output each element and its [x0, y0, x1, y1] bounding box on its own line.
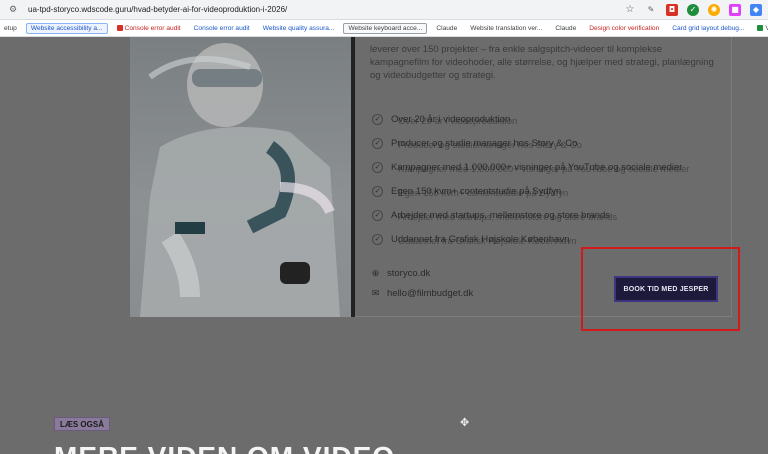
- email-link[interactable]: hello@filmbudget.dk: [387, 288, 473, 299]
- mail-icon: ✉: [371, 287, 380, 298]
- bookmark-item[interactable]: Website accessibility a...: [25, 22, 108, 34]
- feature-item: ✓ Egen 150 kvm+ contentstudie på Sydfyn Eg…: [372, 179, 732, 203]
- feature-text-overlay: Arbejder med startups, mellemstore og st…: [398, 212, 618, 223]
- bookmark-favicon-icon: [757, 24, 764, 31]
- bookmark-label: Console error audit: [124, 24, 181, 32]
- website-contact[interactable]: ⊕ storyco.dk: [370, 266, 431, 280]
- feature-item: ✓ Producer og studie manager hos Story & …: [372, 131, 732, 155]
- bookmark-label: Website quality assura...: [262, 24, 335, 32]
- bookmark-item[interactable]: Card grid layout debug...: [668, 24, 748, 33]
- feature-text-overlay: Kampagner med 1.000.000+ visninger på Yo…: [398, 164, 690, 175]
- browser-url-bar[interactable]: ⚙ ua-tpd-storyco.wdscode.guru/hvad-betyd…: [0, 0, 768, 20]
- check-circle-icon: ✓: [372, 113, 383, 125]
- globe-icon: ⊕: [371, 267, 380, 278]
- check-circle-icon: ✓: [372, 161, 383, 173]
- intro-paragraph: leverer over 150 projekter – fra enkle s…: [370, 44, 714, 81]
- read-also-tag: LÆS OGSÅ: [54, 417, 110, 431]
- bookmark-item[interactable]: Website keyboard acce...: [343, 22, 428, 34]
- extension-red-icon[interactable]: ◘: [666, 3, 678, 16]
- bookmark-item[interactable]: Claude: [551, 24, 580, 33]
- check-circle-icon: ✓: [372, 233, 383, 245]
- bookmark-label: Website accessibility a...: [30, 24, 103, 32]
- extension-green-icon[interactable]: ✓: [687, 3, 699, 16]
- bookmark-item[interactable]: Console error audit: [190, 24, 254, 33]
- person-illustration: [140, 43, 340, 317]
- feature-item: ✓ Arbejder med startups, mellemstore og s…: [372, 203, 732, 227]
- extension-puzzle-icon[interactable]: ✎: [645, 4, 657, 16]
- bookmark-item[interactable]: Claude: [432, 24, 461, 33]
- extension-blue-icon[interactable]: ◆: [750, 3, 762, 16]
- bookmark-item[interactable]: Website quality assura...: [259, 24, 339, 33]
- bookmark-label: Claude: [555, 24, 577, 32]
- page-content: leverer over 150 projekter – fra enkle s…: [0, 37, 768, 454]
- bookmark-label: Claude: [436, 24, 458, 32]
- section-heading: MERE VIDEN OM VIDEO: [54, 441, 395, 454]
- book-meeting-button[interactable]: BOOK TID MED JESPER: [614, 276, 718, 302]
- bookmark-item[interactable]: Design color verification: [585, 24, 663, 33]
- bookmark-star-icon[interactable]: ☆: [624, 4, 636, 16]
- bookmark-item[interactable]: Website translation ver...: [466, 24, 546, 33]
- bookmark-label: etup: [4, 24, 17, 32]
- bookmark-item[interactable]: Verify website styl: [753, 24, 768, 33]
- feature-item: ✓ Over 20 år i videoproduktion Over 20 år …: [372, 107, 732, 131]
- bookmark-item[interactable]: Console error audit: [113, 24, 185, 33]
- bookmark-label: Website translation ver...: [470, 24, 543, 32]
- check-circle-icon: ✓: [372, 185, 383, 197]
- bookmark-label: Design color verification: [589, 24, 660, 32]
- bookmark-label: Card grid layout debug...: [672, 24, 745, 32]
- feature-text-overlay: Producer og studiemanager hos Story & Co: [398, 140, 582, 151]
- feature-item: ✓ Kampagner med 1.000.000+ visninger på Y…: [372, 155, 732, 179]
- site-settings-icon[interactable]: ⚙: [6, 3, 20, 17]
- check-circle-icon: ✓: [372, 209, 383, 221]
- check-circle-icon: ✓: [372, 137, 383, 149]
- profile-photo: [130, 37, 355, 317]
- extension-pink-icon[interactable]: ■: [729, 3, 741, 16]
- bookmark-favicon-icon: [116, 24, 123, 31]
- bookmark-label: Website keyboard acce...: [348, 24, 423, 32]
- feature-list: ✓ Over 20 år i videoproduktion Over 20 år …: [372, 107, 732, 251]
- extension-sun-icon[interactable]: ✺: [708, 3, 720, 16]
- url-text[interactable]: ua-tpd-storyco.wdscode.guru/hvad-betyder…: [28, 5, 615, 14]
- feature-text-overlay: Uddannet fra Grafisk Højskole København: [398, 236, 577, 247]
- bookmark-item[interactable]: etup: [0, 24, 21, 33]
- website-link[interactable]: storyco.dk: [387, 268, 430, 279]
- move-cursor-icon: ✥: [460, 416, 470, 429]
- bookmarks-bar: etup Website accessibility a... Console er…: [0, 20, 768, 37]
- feature-text-overlay: Over 20 år i videoproduktion: [398, 116, 518, 127]
- feature-text-overlay: Egen 150 kvm+ contentstudie på Sydfyn: [398, 188, 569, 199]
- email-contact[interactable]: ✉ hello@filmbudget.dk: [370, 286, 474, 300]
- bookmark-label: Console error audit: [193, 24, 250, 32]
